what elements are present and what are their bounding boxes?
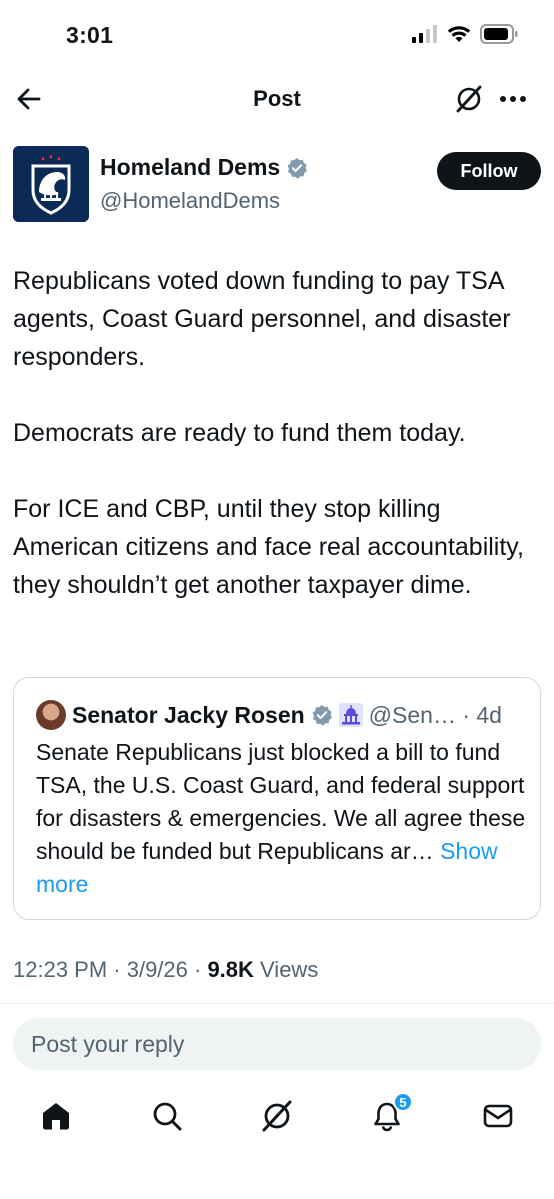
author-handle[interactable]: @HomelandDems [100,188,280,214]
post-meta: 12:23 PM · 3/9/26 · 9.8K Views [13,957,318,983]
bottom-nav: 5 [0,1090,554,1146]
views-count[interactable]: 9.8K [207,957,253,982]
grok-icon [262,1100,292,1132]
grok-icon [456,85,482,113]
quoted-author-name: Senator Jacky Rosen [72,701,305,728]
battery-icon [480,24,518,44]
nav-notifications[interactable]: 5 [369,1092,413,1134]
author-name[interactable]: Homeland Dems [100,154,280,181]
signal-icon [412,25,437,43]
nav-home[interactable] [38,1098,74,1134]
author-avatar[interactable] [13,146,89,222]
quoted-post-header: Senator Jacky Rosen @Sen… · 4d [36,700,502,730]
author-name-row: Homeland Dems [100,154,308,181]
post-timestamp: 12:23 PM · 3/9/26 · [13,957,208,982]
post-paragraph: For ICE and CBP, until they stop killing… [13,495,524,599]
home-icon [43,1103,69,1130]
nav-search[interactable] [149,1098,185,1134]
quoted-post[interactable]: Senator Jacky Rosen @Sen… · 4d Senate Re… [13,677,541,920]
notification-badge: 5 [393,1092,413,1112]
verified-badge-icon [312,705,332,726]
reply-input[interactable]: Post your reply [13,1018,541,1070]
status-bar: 3:01 [0,0,554,72]
nav-messages[interactable] [480,1098,516,1134]
post-text: Republicans voted down funding to pay TS… [13,262,543,604]
verified-badge-icon [287,157,308,179]
post-paragraph: Democrats are ready to fund them today. [13,419,466,447]
reply-placeholder: Post your reply [31,1030,185,1057]
messages-icon [483,1104,513,1128]
search-icon [153,1102,182,1131]
divider [0,1003,554,1004]
follow-button[interactable]: Follow [437,152,541,190]
status-icons [412,24,518,44]
post-paragraph: Republicans voted down funding to pay TS… [13,267,511,371]
quoted-author-avatar [36,700,66,730]
more-options-button[interactable] [497,84,529,114]
views-label: Views [253,957,319,982]
wifi-icon [447,26,471,42]
more-icon [500,96,526,102]
post-header: Post [0,72,554,126]
capitol-affiliation-icon [338,703,363,727]
quoted-post-text: Senate Republicans just blocked a bill t… [36,736,526,901]
nav-grok[interactable] [259,1098,295,1134]
status-time: 3:01 [66,22,114,48]
quoted-author-handle-time: @Sen… · 4d [368,701,502,728]
grok-button[interactable] [454,84,484,114]
post-author: Homeland Dems @HomelandDems Follow [13,146,541,224]
eagle-shield-logo-icon [13,146,89,222]
